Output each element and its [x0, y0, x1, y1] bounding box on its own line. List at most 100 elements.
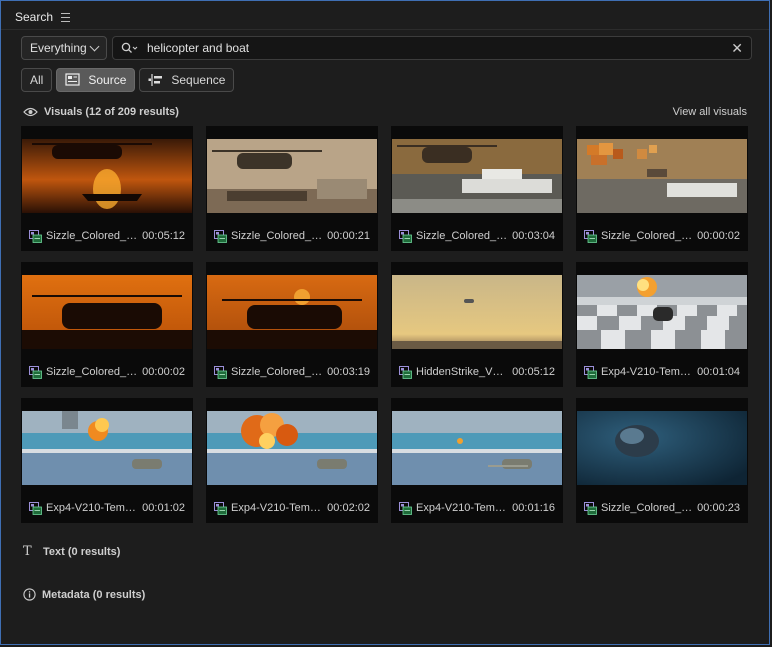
filter-source-button[interactable]: Source — [56, 68, 136, 92]
filter-all-button[interactable]: All — [21, 68, 53, 92]
visual-thumbnail[interactable] — [22, 275, 192, 349]
visual-thumbnail[interactable] — [392, 275, 562, 349]
close-icon[interactable]: ✕ — [731, 41, 743, 55]
visual-caption: Sizzle_Colored_… 00:00:21 — [206, 226, 378, 246]
visual-clip-name: Exp4-V210-Tem… — [416, 502, 506, 514]
visual-clip-name: Exp4-V210-Tem… — [601, 366, 691, 378]
clip-icon — [29, 365, 42, 379]
visual-caption: Sizzle_Colored_… 00:05:12 — [21, 226, 193, 246]
clip-icon — [584, 365, 597, 379]
visual-clip-name: Sizzle_Colored_… — [231, 230, 323, 242]
visual-timecode: 00:02:02 — [327, 502, 370, 514]
filter-sequence-label: Sequence — [171, 73, 226, 87]
metadata-section-title: Metadata (0 results) — [42, 588, 146, 601]
clip-icon — [584, 501, 597, 515]
visual-caption: Sizzle_Colored_… 00:00:02 — [576, 226, 748, 246]
clip-icon — [584, 229, 597, 243]
visual-clip-name: Sizzle_Colored_… — [231, 366, 323, 378]
clip-icon — [214, 365, 227, 379]
visual-clip-name: Sizzle_Colored_… — [46, 230, 138, 242]
visual-timecode: 00:01:16 — [512, 502, 555, 514]
panel-header: Search — [15, 9, 71, 25]
visual-caption: Sizzle_Colored_… 00:00:23 — [576, 498, 748, 518]
visual-result-card[interactable]: Exp4-V210-Tem… 00:02:02 — [206, 398, 378, 523]
visual-result-card[interactable]: Exp4-V210-Tem… 00:01:02 — [21, 398, 193, 523]
visual-thumbnail[interactable] — [22, 411, 192, 485]
clip-icon — [399, 501, 412, 515]
visual-thumbnail[interactable] — [392, 411, 562, 485]
visual-result-card[interactable]: Sizzle_Colored_… 00:00:02 — [21, 262, 193, 387]
visual-thumbnail[interactable] — [577, 139, 747, 213]
visual-timecode: 00:03:19 — [327, 366, 370, 378]
text-section-title: Text (0 results) — [43, 545, 121, 558]
text-section-header[interactable]: T Text (0 results) — [23, 544, 120, 559]
visual-thumbnail[interactable] — [207, 411, 377, 485]
clip-icon — [29, 501, 42, 515]
visual-result-card[interactable]: Sizzle_Colored_… 00:03:19 — [206, 262, 378, 387]
chevron-down-icon — [89, 41, 100, 52]
visual-thumbnail[interactable] — [577, 411, 747, 485]
search-input[interactable] — [145, 40, 732, 56]
filter-all-label: All — [30, 73, 44, 87]
header-divider — [1, 29, 769, 30]
visual-timecode: 00:00:23 — [697, 502, 740, 514]
visual-clip-name: Exp4-V210-Tem… — [46, 502, 136, 514]
clip-icon — [214, 229, 227, 243]
visual-result-card[interactable]: HiddenStrike_V… 00:05:12 — [391, 262, 563, 387]
visual-caption: HiddenStrike_V… 00:05:12 — [391, 362, 563, 382]
sequence-icon — [148, 74, 163, 86]
hamburger-icon[interactable] — [61, 12, 71, 22]
eye-icon — [23, 107, 38, 117]
visual-timecode: 00:00:02 — [697, 230, 740, 242]
filter-group: All Source Sequence — [21, 68, 235, 92]
visual-clip-name: Sizzle_Colored_… — [46, 366, 138, 378]
metadata-section-header[interactable]: Metadata (0 results) — [23, 588, 145, 601]
visuals-title: Visuals (12 of 209 results) — [44, 106, 179, 118]
visual-caption: Exp4-V210-Tem… 00:01:02 — [21, 498, 193, 518]
visual-thumbnail[interactable] — [392, 139, 562, 213]
clip-icon — [214, 501, 227, 515]
clip-icon — [399, 365, 412, 379]
visual-timecode: 00:00:02 — [142, 366, 185, 378]
filter-source-label: Source — [88, 73, 127, 87]
search-icon[interactable] — [121, 42, 139, 54]
visual-caption: Exp4-V210-Tem… 00:01:16 — [391, 498, 563, 518]
visual-timecode: 00:00:21 — [327, 230, 370, 242]
text-icon: T — [23, 544, 32, 559]
visual-result-card[interactable]: Sizzle_Colored_… 00:05:12 — [21, 126, 193, 251]
visual-clip-name: Exp4-V210-Tem… — [231, 502, 321, 514]
visual-thumbnail[interactable] — [207, 139, 377, 213]
clip-icon — [399, 229, 412, 243]
visual-caption: Exp4-V210-Tem… 00:02:02 — [206, 498, 378, 518]
visual-thumbnail[interactable] — [577, 275, 747, 349]
visual-result-card[interactable]: Sizzle_Colored_… 00:03:04 — [391, 126, 563, 251]
info-icon — [23, 588, 36, 601]
visual-clip-name: Sizzle_Colored_… — [601, 502, 693, 514]
visual-timecode: 00:03:04 — [512, 230, 555, 242]
source-icon — [65, 73, 80, 86]
scope-dropdown[interactable]: Everything — [21, 36, 107, 60]
visual-result-card[interactable]: Exp4-V210-Tem… 00:01:04 — [576, 262, 748, 387]
scope-selected-value: Everything — [30, 41, 87, 55]
visual-caption: Sizzle_Colored_… 00:00:02 — [21, 362, 193, 382]
visual-result-card[interactable]: Sizzle_Colored_… 00:00:02 — [576, 126, 748, 251]
search-panel: Search Everything ✕ All S — [0, 0, 770, 645]
visual-clip-name: Sizzle_Colored_… — [416, 230, 508, 242]
filter-sequence-button[interactable]: Sequence — [139, 68, 235, 92]
visual-timecode: 00:01:02 — [142, 502, 185, 514]
visual-thumbnail[interactable] — [207, 275, 377, 349]
visual-result-card[interactable]: Exp4-V210-Tem… 00:01:16 — [391, 398, 563, 523]
visual-thumbnail[interactable] — [22, 139, 192, 213]
visual-clip-name: Sizzle_Colored_… — [601, 230, 693, 242]
visual-clip-name: HiddenStrike_V… — [416, 366, 504, 378]
panel-title: Search — [15, 10, 54, 24]
visual-timecode: 00:01:04 — [697, 366, 740, 378]
view-all-visuals-link[interactable]: View all visuals — [673, 106, 747, 118]
clip-icon — [29, 229, 42, 243]
search-field[interactable]: ✕ — [112, 36, 752, 60]
visual-result-card[interactable]: Sizzle_Colored_… 00:00:21 — [206, 126, 378, 251]
visual-caption: Sizzle_Colored_… 00:03:19 — [206, 362, 378, 382]
visual-result-card[interactable]: Sizzle_Colored_… 00:00:23 — [576, 398, 748, 523]
visuals-section-header[interactable]: Visuals (12 of 209 results) — [23, 106, 179, 118]
visual-timecode: 00:05:12 — [512, 366, 555, 378]
